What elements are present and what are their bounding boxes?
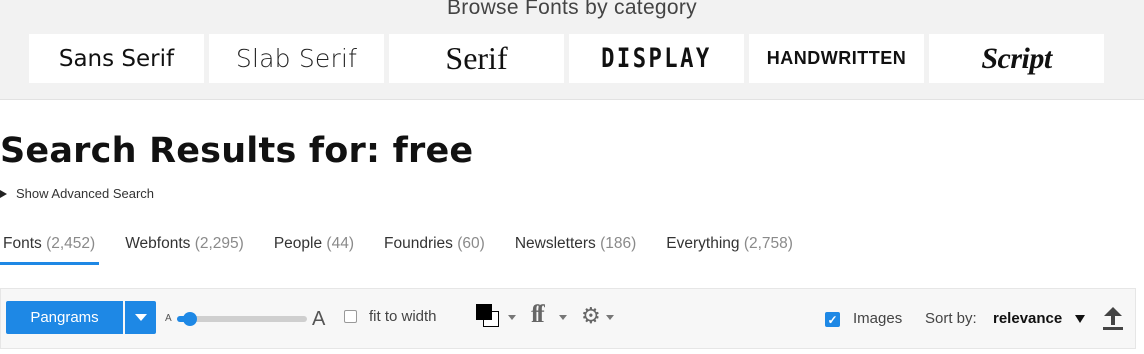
category-heading: Browse Fonts by category (447, 0, 697, 19)
tab-fonts[interactable]: Fonts (2,452) (0, 235, 100, 265)
category-display[interactable]: DISPLAY (569, 34, 744, 83)
category-slab-serif-label: Slab Serif (235, 44, 358, 73)
tab-newsletters-count: (186) (600, 235, 637, 252)
foreground-color-swatch (476, 304, 492, 320)
category-display-label: DISPLAY (601, 43, 712, 74)
pangrams-dropdown-button[interactable] (125, 301, 156, 334)
category-slab-serif[interactable]: Slab Serif (209, 34, 384, 83)
tab-everything[interactable]: Everything (2,758) (666, 235, 793, 265)
chevron-down-icon (134, 314, 147, 321)
size-slider-handle[interactable] (183, 312, 197, 326)
category-handwritten-label: HANDWRITTEN (766, 48, 907, 68)
category-serif-label: Serif (445, 40, 508, 76)
category-script-label: Script (981, 41, 1052, 75)
tab-fonts-count: (2,452) (46, 235, 96, 252)
category-serif[interactable]: Serif (389, 34, 564, 83)
sort-by-select[interactable]: relevance (993, 310, 1086, 327)
tab-everything-count: (2,758) (743, 235, 793, 252)
page-title: Search Results for: free (0, 131, 474, 171)
tab-newsletters-label: Newsletters (514, 235, 596, 252)
tab-foundries-label: Foundries (384, 235, 453, 252)
color-swatch-icon[interactable] (476, 304, 500, 328)
tab-foundries[interactable]: Foundries (60) (384, 235, 485, 265)
sort-direction-icon[interactable] (1102, 307, 1124, 331)
tab-people-count: (44) (326, 235, 354, 252)
triangle-right-icon (0, 189, 7, 198)
tab-people-label: People (273, 235, 323, 252)
images-checkbox[interactable]: ✓ (825, 312, 840, 327)
settings-caret-icon[interactable] (606, 315, 614, 320)
arrow-up-base (1103, 327, 1123, 330)
fit-to-width-label[interactable]: fit to width (369, 308, 437, 325)
tab-everything-label: Everything (666, 235, 740, 252)
tab-webfonts-count: (2,295) (194, 235, 244, 252)
category-sans-serif-label: Sans Serif (58, 45, 175, 72)
arrow-up-shaft (1111, 315, 1115, 325)
images-label[interactable]: Images (853, 310, 902, 327)
sort-by-label: Sort by: (925, 310, 977, 327)
color-caret-icon[interactable] (508, 315, 516, 320)
advanced-search-toggle[interactable]: Show Advanced Search (0, 186, 154, 201)
font-features-icon[interactable]: ff (531, 301, 545, 329)
size-large-label: A (312, 308, 326, 330)
font-features-caret-icon[interactable] (559, 315, 567, 320)
pangrams-button[interactable]: Pangrams (6, 301, 123, 334)
chevron-down-icon (1075, 314, 1086, 323)
category-handwritten[interactable]: HANDWRITTEN (749, 34, 924, 83)
tab-webfonts[interactable]: Webfonts (2,295) (125, 235, 244, 265)
gear-icon[interactable]: ⚙ (581, 305, 601, 327)
advanced-search-label: Show Advanced Search (16, 186, 155, 201)
category-band: Browse Fonts by category Sans Serif Slab… (0, 0, 1144, 100)
results-tabs: Fonts (2,452) Webfonts (2,295) People (4… (0, 235, 823, 265)
category-sans-serif[interactable]: Sans Serif (29, 34, 204, 83)
size-slider[interactable] (177, 312, 307, 326)
tab-foundries-count: (60) (457, 235, 485, 252)
fit-to-width-checkbox[interactable] (344, 310, 357, 323)
category-script[interactable]: Script (929, 34, 1104, 83)
preview-toolbar: Pangrams A A fit to width ff ⚙ ✓ Images … (0, 288, 1136, 349)
tab-newsletters[interactable]: Newsletters (186) (515, 235, 636, 265)
sort-by-value: relevance (993, 310, 1063, 327)
tab-people[interactable]: People (44) (274, 235, 354, 265)
tab-fonts-label: Fonts (3, 235, 42, 252)
size-small-label: A (165, 313, 172, 324)
tab-webfonts-label: Webfonts (125, 235, 191, 252)
checkmark-icon: ✓ (827, 312, 838, 327)
